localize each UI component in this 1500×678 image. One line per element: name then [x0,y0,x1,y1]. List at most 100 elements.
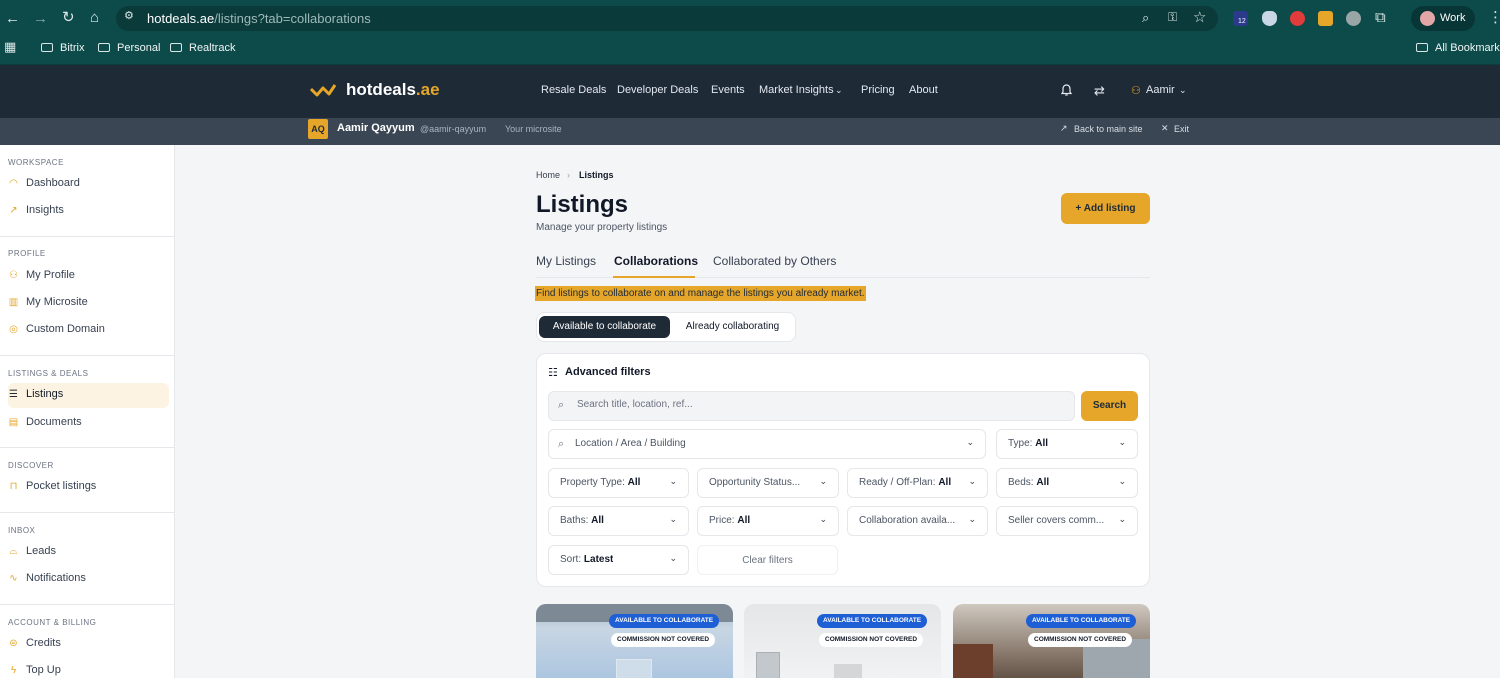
sidebar-item-dashboard[interactable]: ◠ Dashboard [8,172,169,197]
microsite-handle: @aamir-qayyum [420,124,487,134]
reload-icon[interactable]: ↻ [62,10,75,25]
chevron-down-icon: ⌄ [819,514,827,524]
sidebar-item-credits[interactable]: ⊜ Credits [8,632,169,657]
sidebar-item-leads[interactable]: ⌓ Leads [8,540,169,565]
logo-icon[interactable] [310,83,336,97]
search-input[interactable] [577,399,1057,410]
location-select[interactable]: ⌕ Location / Area / Building ⌄ [548,429,986,459]
type-select-text: Type: All [1008,438,1048,449]
extensions-puzzle-icon[interactable]: ⧉ [1375,10,1386,25]
clear-filters-button[interactable]: Clear filters [697,545,838,575]
url-text[interactable]: hotdeals.ae/listings?tab=collaborations [147,11,371,26]
seller-covers-commission-select[interactable]: Seller covers comm... ⌄ [996,506,1138,536]
bookmark-label: All Bookmarks [1435,42,1500,54]
external-link-icon: ↗ [1060,123,1068,133]
filter-value: All [627,477,641,488]
filter-value: All [1035,438,1049,449]
breadcrumb-home[interactable]: Home [536,170,560,180]
filter-label: Baths: [560,515,589,526]
sort-select[interactable]: Sort: Latest ⌄ [548,545,689,575]
ready-offplan-select[interactable]: Ready / Off-Plan: All ⌄ [847,468,988,498]
sidebar-item-my-profile[interactable]: ⚇ My Profile [8,264,169,289]
sidebar-section-account-billing: ACCOUNT & BILLING [8,618,97,627]
bookmark-star-icon[interactable]: ☆ [1193,10,1206,25]
property-type-select[interactable]: Property Type: All ⌄ [548,468,689,498]
tab-collaborations[interactable]: Collaborations [614,254,698,268]
bell-icon[interactable] [1061,84,1072,96]
filter-label: Price: [709,515,735,526]
wallet-extension-icon[interactable] [1318,11,1333,26]
store-icon: ▥ [8,297,19,308]
sidebar-item-my-microsite[interactable]: ▥ My Microsite [8,291,169,316]
forward-arrow-icon[interactable]: → [33,11,48,26]
exit-link[interactable]: Exit [1174,124,1189,134]
nav-market-insights[interactable]: Market Insights [759,84,834,96]
coins-icon: ⊜ [9,638,18,649]
back-arrow-icon[interactable]: ← [5,11,20,26]
tab-my-listings[interactable]: My Listings [536,254,596,268]
shield-extension-icon[interactable] [1262,11,1277,26]
nav-about[interactable]: About [909,84,938,96]
sidebar-item-label: Listings [26,388,64,400]
filter-label: Sort: [560,554,582,565]
sidebar-item-notifications[interactable]: ∿ Notifications [8,567,169,592]
opportunity-status-select[interactable]: Opportunity Status... ⌄ [697,468,839,498]
beds-select[interactable]: Beds: All ⌄ [996,468,1138,498]
page-title: Listings [536,191,629,218]
sidebar-divider [0,447,175,448]
status-badge: AVAILABLE TO COLLABORATE [609,614,720,628]
sidebar-item-insights[interactable]: ↗ Insights [8,199,169,224]
profile-label: Work [1440,12,1466,24]
search-field[interactable]: ⌕ [548,391,1075,421]
search-button[interactable]: Search [1081,391,1138,421]
password-key-icon[interactable]: ⚿ [1168,11,1177,23]
sidebar-item-documents[interactable]: ▤ Documents [8,411,169,436]
chevron-down-icon[interactable]: ⌄ [1179,85,1187,96]
type-select[interactable]: Type: All ⌄ [996,429,1138,459]
logo-tld: .ae [415,80,440,99]
opportunity-status-text: Opportunity Status... [709,477,801,488]
sidebar-item-top-up[interactable]: ϟ Top Up [8,659,169,678]
sidebar-item-label: My Microsite [26,296,88,308]
zoom-icon[interactable]: ⌕ [1142,11,1149,24]
chevron-down-icon: ⌄ [966,437,974,447]
openai-extension-icon[interactable] [1346,11,1361,26]
listing-photo-window [756,652,780,678]
chevron-down-icon: ⌄ [819,476,827,486]
bookmark-label: Bitrix [60,42,85,54]
toggle-already-collaborating[interactable]: Already collaborating [674,316,791,338]
lock-icon: ⊓ [9,481,18,492]
add-listing-button[interactable]: + Add listing [1061,193,1150,224]
browser-menu-icon[interactable]: ⋮ [1488,10,1500,25]
tab-collaborated-by-others[interactable]: Collaborated by Others [713,254,836,268]
bookmark-bitrix[interactable]: Bitrix [41,42,84,54]
logo-text[interactable]: hotdeals.ae [346,80,440,100]
location-placeholder: Location / Area / Building [575,438,686,449]
home-icon[interactable]: ⌂ [90,10,99,25]
nav-pricing[interactable]: Pricing [861,84,895,96]
apps-grid-icon[interactable]: ▦ [4,40,16,53]
sidebar-section-workspace: WORKSPACE [8,158,64,167]
chevron-down-icon: ⌄ [1118,437,1126,447]
sidebar-section-listings-deals: LISTINGS & DEALS [8,369,89,378]
sliders-icon[interactable]: ⇄ [1094,83,1105,99]
site-settings-icon[interactable]: ⚙ [124,11,134,22]
collaboration-availability-select[interactable]: Collaboration availa... ⌄ [847,506,988,536]
bookmark-personal[interactable]: Personal [98,42,160,54]
price-select[interactable]: Price: All ⌄ [697,506,839,536]
nav-developer-deals[interactable]: Developer Deals [617,84,698,96]
toggle-available-to-collaborate[interactable]: Available to collaborate [539,316,670,338]
baths-select[interactable]: Baths: All ⌄ [548,506,689,536]
back-to-main-site-link[interactable]: Back to main site [1074,124,1143,134]
user-menu[interactable]: Aamir [1146,84,1175,96]
bookmark-realtrack[interactable]: Realtrack [170,42,235,54]
all-bookmarks[interactable]: All Bookmarks [1416,42,1500,54]
nav-resale-deals[interactable]: Resale Deals [541,84,606,96]
user-icon: ⚇ [1131,85,1141,97]
status-badge: AVAILABLE TO COLLABORATE [817,614,928,628]
sidebar-item-pocket-listings[interactable]: ⊓ Pocket listings [8,475,169,500]
sidebar-item-custom-domain[interactable]: ◎ Custom Domain [8,318,169,343]
pokeball-extension-icon[interactable] [1290,11,1305,26]
sidebar-item-listings[interactable]: ☰ Listings [8,383,169,408]
nav-events[interactable]: Events [711,84,745,96]
